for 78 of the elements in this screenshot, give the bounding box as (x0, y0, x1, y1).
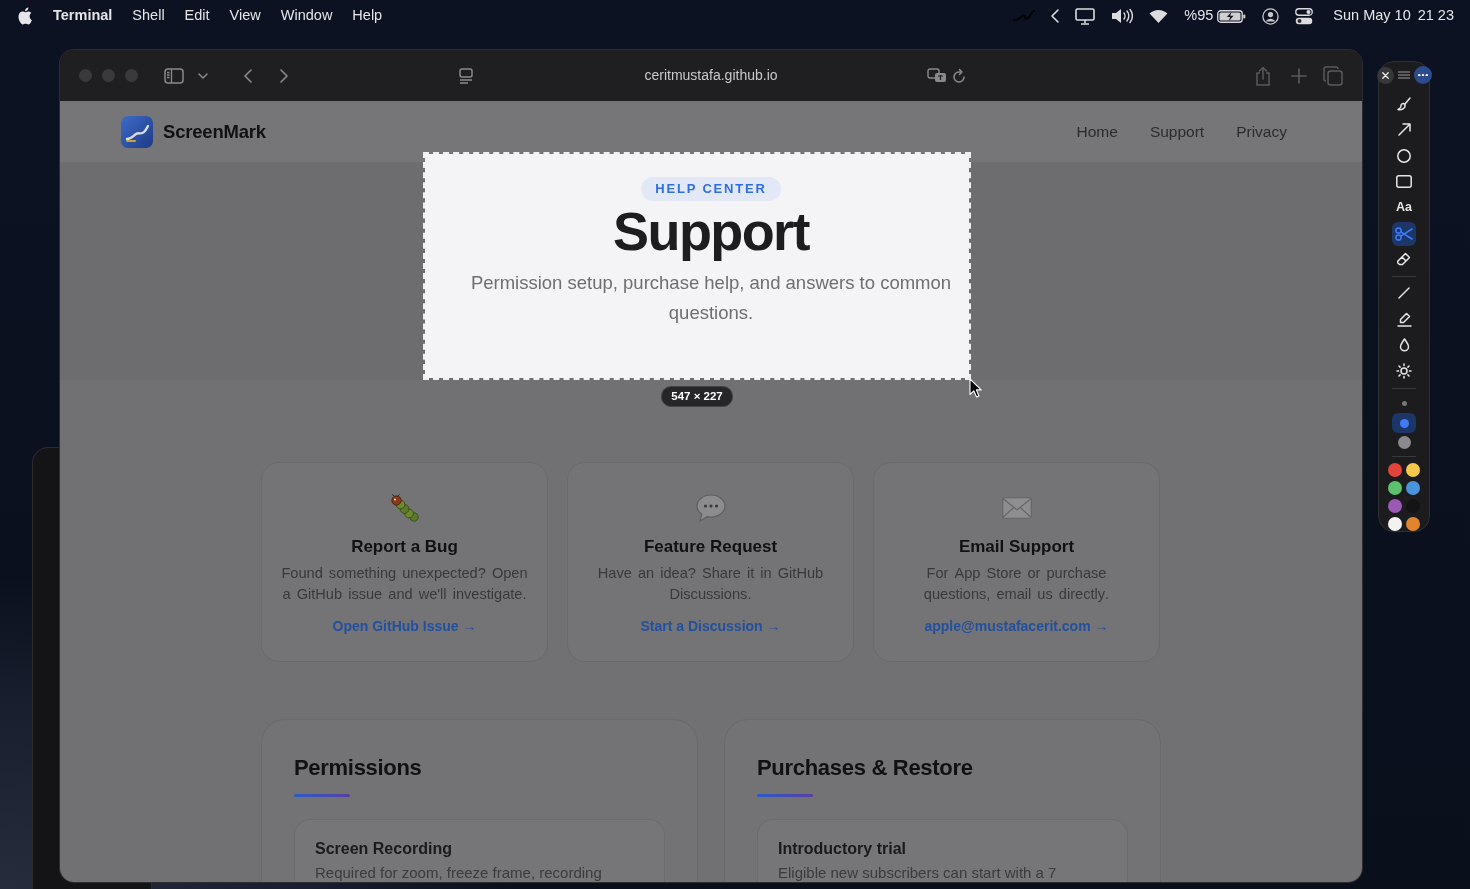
capture-selection-frame[interactable]: HELP CENTER Support Permission setup, purchase help, and answers to common questions. (423, 152, 971, 380)
circle-icon (1397, 148, 1411, 163)
ellipsis-icon (1417, 73, 1428, 77)
close-icon (1381, 71, 1389, 79)
menu-bar-date[interactable]: Sun May 10 (1333, 5, 1411, 27)
rectangle-icon (1396, 175, 1412, 189)
heading-underline (757, 794, 813, 797)
faq-item-title: Screen Recording (315, 839, 453, 859)
card-title: Email Support (958, 536, 1075, 558)
color-swatch-icon[interactable] (1388, 480, 1402, 495)
apple-logo-icon[interactable] (18, 7, 32, 25)
menu-item[interactable]: Edit (184, 5, 210, 27)
menu-item[interactable]: Shell (132, 5, 165, 27)
reload-icon[interactable] (952, 67, 966, 84)
sidebar-icon[interactable] (164, 67, 184, 84)
faq-item-title: Introductory trial (778, 839, 907, 859)
heading-underline (294, 794, 350, 797)
caterpillar-icon (389, 494, 420, 522)
user-circle-icon[interactable] (1262, 7, 1280, 25)
more-button[interactable] (1413, 66, 1432, 84)
dot-icon (1397, 436, 1411, 450)
text-tool-button[interactable]: Aa (1392, 195, 1416, 220)
app-logo-icon[interactable] (121, 115, 153, 148)
color-swatch-icon[interactable] (1388, 498, 1402, 513)
capture-size-label: 547 × 227 (661, 386, 733, 407)
speech-bubble-icon (695, 494, 726, 522)
section-title: Permissions (294, 754, 423, 782)
page-layout-icon[interactable] (459, 67, 473, 84)
display-icon[interactable] (1075, 7, 1096, 25)
card-title: Report a Bug (351, 536, 458, 558)
color-swatch-icon[interactable] (1388, 462, 1402, 477)
menu-item[interactable]: Help (352, 5, 383, 27)
scissors-icon (1395, 226, 1413, 241)
drop-icon (1398, 338, 1410, 353)
section-badge: HELP CENTER (641, 177, 781, 201)
card-title: Feature Request (643, 536, 778, 558)
color-swatch-icon[interactable] (1406, 480, 1420, 495)
back-icon[interactable] (244, 68, 252, 83)
page-subtitle: Permission setup, purchase help, and answers to common questions. (469, 271, 953, 325)
faq-item-text: Required for zoom, freeze frame, recording (315, 864, 603, 882)
eraser-icon (1397, 252, 1411, 267)
overlapping-squares-icon[interactable] (1323, 65, 1343, 86)
menu-item[interactable]: Window (280, 5, 333, 27)
toggles-icon[interactable] (1295, 7, 1314, 25)
menu-bar-time[interactable]: 21 23 (1417, 5, 1454, 27)
wifi-icon[interactable] (1149, 9, 1169, 23)
section-title: Purchases & Restore (757, 754, 974, 782)
brush-size-button[interactable] (1392, 413, 1416, 433)
chevron-left-icon[interactable] (1051, 9, 1060, 23)
pointer-cursor-icon (969, 378, 982, 398)
faq-item-text: Eligible new subscribers can start with a 7 (778, 864, 1058, 882)
battery-percent[interactable]: %95 (1184, 5, 1214, 27)
battery-charging-icon[interactable] (1217, 9, 1247, 23)
card-description: For App Store or purchase questions, email us directly. (922, 564, 1111, 604)
app-menu[interactable]: Terminal (53, 5, 113, 27)
forward-icon[interactable] (280, 68, 288, 83)
color-swatch-icon[interactable] (1388, 516, 1402, 531)
menu-icon[interactable] (1397, 71, 1410, 79)
scissors-tool-button[interactable] (1392, 221, 1416, 246)
speaker-icon[interactable] (1111, 8, 1134, 24)
color-swatch-icon[interactable] (1406, 516, 1420, 531)
envelope-icon (1001, 497, 1032, 519)
color-swatch-icon[interactable] (1406, 462, 1420, 477)
site-brand[interactable]: ScreenMark (163, 117, 266, 146)
line-icon (1398, 287, 1410, 300)
pen-underline-icon (1396, 311, 1412, 327)
dot-icon (1401, 400, 1407, 406)
speech-bubbles-icon[interactable] (927, 68, 947, 83)
chevron-down-icon[interactable] (198, 72, 208, 79)
sun-icon (1396, 363, 1412, 380)
brush-icon (1397, 96, 1411, 111)
menu-item[interactable]: View (229, 5, 261, 27)
card-description: Found something unexpected? Open a GitHub issue and we'll investigate. (280, 564, 529, 604)
address-field[interactable]: ceritmustafa.github.io (581, 65, 841, 86)
card-description: Have an idea? Share it in GitHub Discussions. (596, 564, 825, 604)
page-title: Support (613, 203, 809, 259)
diagonal-arrow-icon (1397, 123, 1411, 137)
dot-icon (1399, 418, 1409, 428)
